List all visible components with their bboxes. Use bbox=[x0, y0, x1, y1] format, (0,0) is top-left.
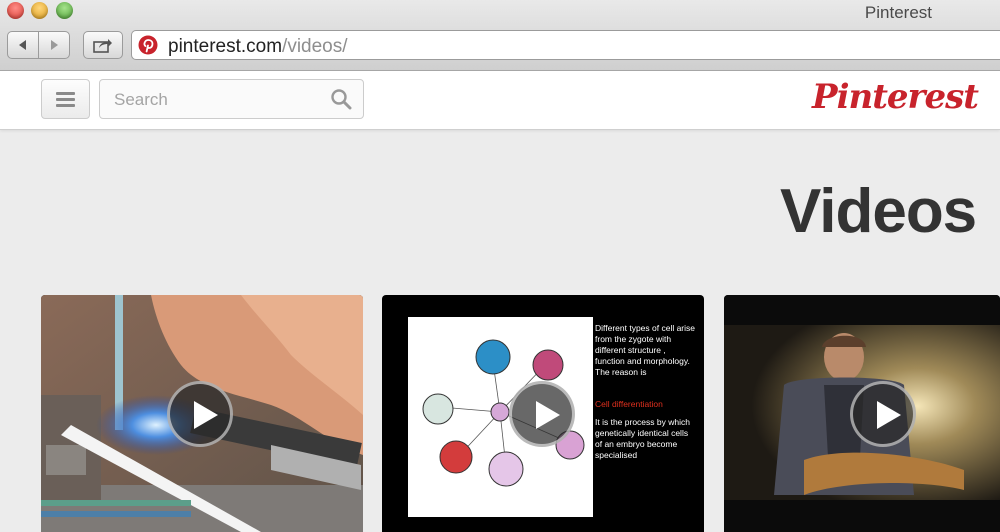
forward-arrow-icon bbox=[51, 40, 58, 50]
video-card[interactable]: Different types of cell arise from the z… bbox=[382, 295, 704, 532]
slide-text-definition: It is the process by which genetically i… bbox=[595, 417, 690, 460]
video-card[interactable] bbox=[41, 295, 363, 532]
play-icon bbox=[194, 401, 218, 429]
search-box[interactable] bbox=[99, 79, 364, 119]
pinterest-favicon-icon bbox=[138, 35, 158, 55]
site-header: Pinterest bbox=[0, 71, 1000, 130]
slide-text-intro: Different types of cell arise from the z… bbox=[595, 323, 695, 377]
search-icon[interactable] bbox=[330, 88, 352, 110]
play-button[interactable] bbox=[509, 381, 575, 447]
url-path: /videos/ bbox=[282, 36, 348, 57]
search-input[interactable] bbox=[112, 89, 316, 111]
share-button[interactable] bbox=[83, 31, 123, 59]
back-button[interactable] bbox=[7, 31, 39, 59]
play-button[interactable] bbox=[850, 381, 916, 447]
url-text: pinterest.com/videos/ bbox=[168, 36, 348, 58]
window-close-button[interactable] bbox=[7, 2, 24, 19]
menu-button[interactable] bbox=[41, 79, 90, 119]
pinterest-logo[interactable]: Pinterest bbox=[812, 77, 979, 117]
address-bar[interactable]: pinterest.com/videos/ bbox=[131, 30, 1000, 60]
play-icon bbox=[877, 401, 901, 429]
slide-text-term: Cell differentiation bbox=[595, 399, 663, 409]
url-host: pinterest.com bbox=[168, 36, 283, 57]
play-button[interactable] bbox=[167, 381, 233, 447]
share-icon bbox=[93, 39, 112, 53]
back-arrow-icon bbox=[19, 40, 26, 50]
forward-button[interactable] bbox=[38, 31, 70, 59]
window-title: Pinterest bbox=[864, 3, 932, 22]
window-zoom-button[interactable] bbox=[56, 2, 73, 19]
play-icon bbox=[536, 401, 560, 429]
video-card[interactable] bbox=[724, 295, 1000, 532]
window-minimize-button[interactable] bbox=[31, 2, 48, 19]
page-title: Videos bbox=[780, 177, 977, 246]
browser-toolbar: Pinterest pinterest.com/videos/ bbox=[0, 0, 1000, 71]
